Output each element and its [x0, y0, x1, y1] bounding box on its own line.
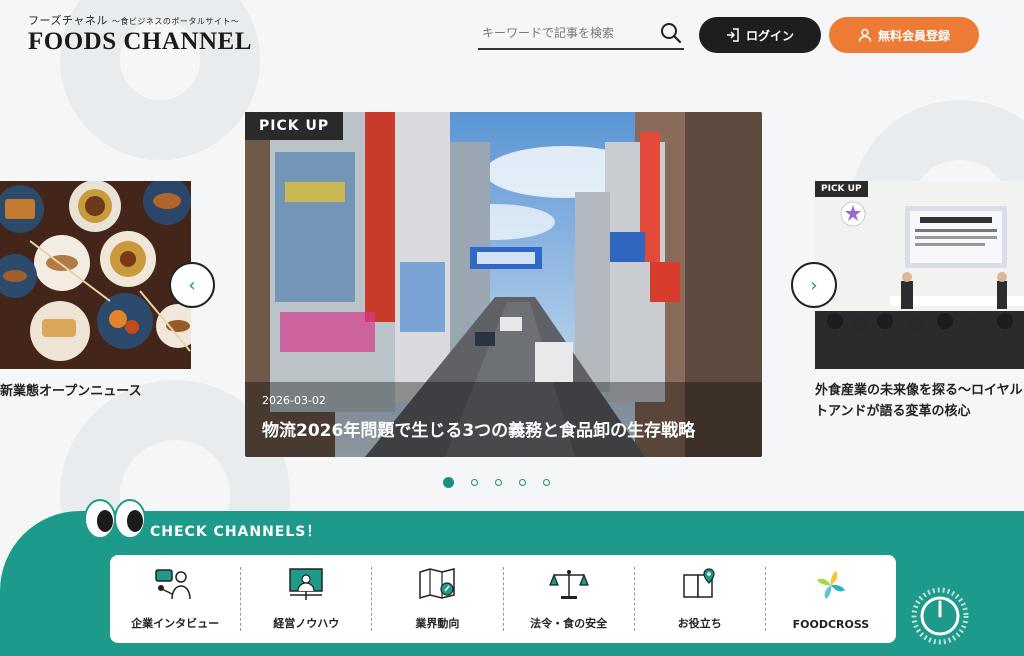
- presentation-icon: [289, 568, 323, 600]
- interview-icon: [155, 569, 191, 600]
- conference-photo: [815, 181, 1024, 369]
- channel-foodcross[interactable]: FOODCROSS: [766, 567, 896, 631]
- carousel-dot[interactable]: [443, 477, 454, 488]
- pickup-badge-small: PICK UP: [815, 181, 868, 197]
- channel-useful-tips[interactable]: お役立ち: [635, 567, 766, 631]
- right-slide-caption[interactable]: 外食産業の未来像を探る〜ロイヤル トアンドが語る変革の核心: [815, 380, 1024, 422]
- chevron-left-icon: ‹: [188, 274, 196, 296]
- search-icon[interactable]: [660, 22, 682, 44]
- channels-panel: 企業インタビュー 経営ノウハウ 業界動向 法令・食の安全 お役立ち FOODCR…: [110, 555, 896, 643]
- channel-interview[interactable]: 企業インタビュー: [110, 567, 242, 631]
- search-input[interactable]: [478, 18, 648, 48]
- logo-kana-text: フーズチャネル: [28, 14, 108, 27]
- channel-label: 業界動向: [415, 617, 460, 630]
- channel-management[interactable]: 経営ノウハウ: [241, 567, 373, 631]
- logo-kana: フーズチャネル 〜食ビジネスのポータルサイト〜: [28, 12, 252, 28]
- left-slide-caption[interactable]: 新業態オープンニュース: [0, 380, 142, 399]
- logo-wordmark: FOODS CHANNEL: [28, 28, 252, 55]
- foodcross-logo-icon: [816, 571, 845, 599]
- book-location-icon: [683, 568, 715, 598]
- article-date: 2026-03-02: [262, 394, 326, 407]
- carousel-next-button[interactable]: ›: [791, 262, 837, 308]
- channel-industry-trends[interactable]: 業界動向: [372, 567, 504, 631]
- map-compass-icon: [419, 568, 456, 600]
- search-box: [478, 18, 684, 50]
- logo-tagline: 〜食ビジネスのポータルサイト〜: [111, 17, 240, 26]
- channel-label: お役立ち: [677, 617, 722, 630]
- user-icon: [858, 28, 872, 42]
- site-logo[interactable]: フーズチャネル 〜食ビジネスのポータルサイト〜 FOODS CHANNEL: [28, 12, 252, 56]
- register-label: 無料会員登録: [877, 28, 950, 43]
- scales-icon: [548, 570, 589, 599]
- right-caption-line1: 外食産業の未来像を探る〜ロイヤル: [815, 383, 1023, 398]
- carousel-dot[interactable]: [471, 479, 478, 486]
- pickup-badge: PICK UP: [245, 112, 344, 140]
- eyes-mascot-icon: [84, 499, 146, 539]
- chevron-right-icon: ›: [810, 274, 818, 296]
- carousel-dot[interactable]: [495, 479, 502, 486]
- scroll-articles-badge[interactable]: [904, 580, 976, 652]
- right-caption-line2: トアンドが語る変革の核心: [815, 404, 971, 419]
- food-photo: [0, 181, 191, 369]
- carousel-dot[interactable]: [519, 479, 526, 486]
- carousel-prev-button[interactable]: ‹: [169, 262, 215, 308]
- register-button[interactable]: 無料会員登録: [829, 17, 979, 53]
- channels-title: CHECK CHANNELS！: [150, 524, 322, 540]
- channel-label: FOODCROSS: [792, 618, 870, 631]
- channel-law-food-safety[interactable]: 法令・食の安全: [504, 567, 635, 631]
- login-icon: [726, 28, 739, 42]
- carousel-pagination: [443, 477, 550, 488]
- login-button[interactable]: ログイン: [699, 17, 821, 53]
- channel-label: 企業インタビュー: [131, 617, 220, 630]
- channel-label: 法令・食の安全: [530, 617, 608, 630]
- channel-label: 経営ノウハウ: [273, 617, 340, 630]
- site-header: フーズチャネル 〜食ビジネスのポータルサイト〜 FOODS CHANNEL ログ…: [0, 0, 1024, 70]
- article-title[interactable]: 物流2026年問題で生じる3つの義務と食品卸の生存戦略: [262, 416, 695, 441]
- carousel-slide-left[interactable]: [0, 181, 191, 369]
- carousel-dot[interactable]: [543, 479, 550, 486]
- carousel-slide-right[interactable]: [815, 181, 1024, 369]
- login-label: ログイン: [745, 28, 794, 43]
